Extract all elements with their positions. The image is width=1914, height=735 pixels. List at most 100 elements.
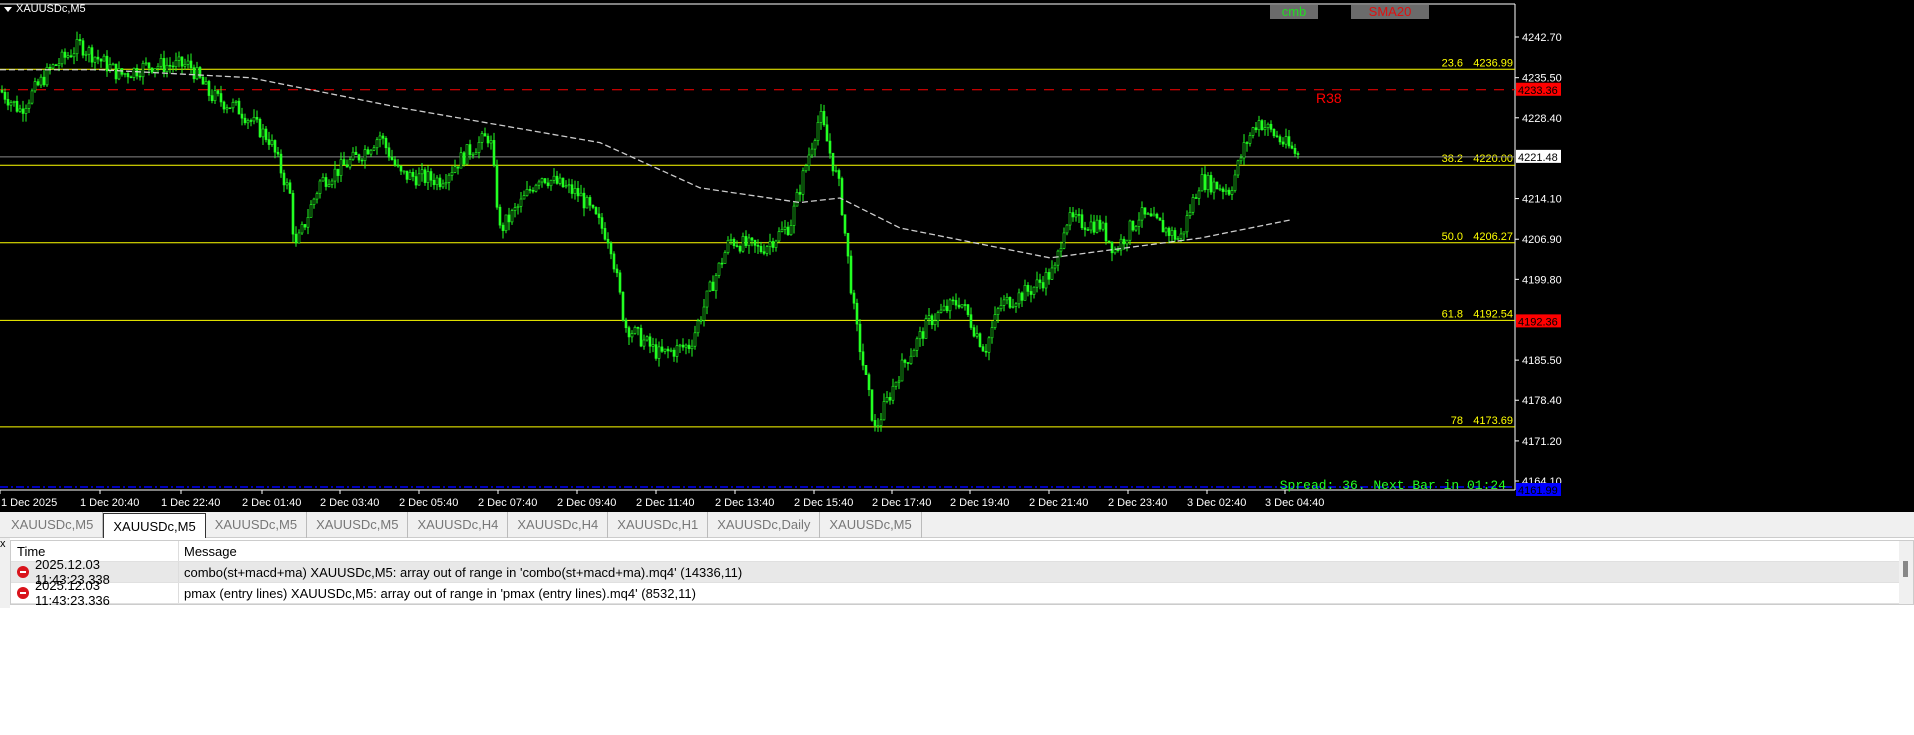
chart-tab[interactable]: XAUUSDc,Daily [708, 512, 821, 538]
chart-tab[interactable]: XAUUSDc,H4 [408, 512, 509, 538]
candle [1170, 226, 1174, 242]
candle [669, 347, 673, 353]
log-row[interactable]: 2025.12.03 11:43:23.336 pmax (entry lines… [11, 578, 1913, 608]
candle [564, 180, 568, 189]
y-tick-label: 4171.20 [1522, 436, 1562, 448]
candle [384, 136, 388, 155]
chart-tab[interactable]: XAUUSDc,M5 [103, 513, 206, 538]
candle [522, 190, 526, 200]
log-scrollbar[interactable] [1899, 541, 1913, 604]
log-header: Time Message [11, 541, 1913, 562]
chart-tab[interactable]: XAUUSDc,M5 [820, 512, 922, 538]
candle [573, 180, 577, 200]
candle [969, 307, 973, 330]
chart-tab[interactable]: XAUUSDc,M5 [206, 512, 308, 538]
candle [717, 262, 721, 279]
candle [936, 310, 940, 328]
candle [783, 220, 787, 235]
price-chart[interactable]: 23.6 4236.99 38.2 4220.00 50.0 4206.27 61.8 419… [0, 0, 1914, 512]
spread-info: Spread: 36. Next Bar in 01:24 [1280, 478, 1506, 493]
candle [93, 56, 97, 71]
candle [1221, 186, 1225, 200]
header-message[interactable]: Message [179, 544, 237, 559]
candle [528, 185, 532, 194]
candle [402, 170, 406, 175]
candle [207, 79, 211, 102]
candle [807, 147, 811, 171]
candle [480, 130, 484, 150]
candle [900, 353, 904, 382]
x-tick-label: 3 Dec 02:40 [1187, 497, 1246, 509]
candle [621, 291, 625, 322]
candle [924, 314, 928, 339]
candle [1260, 119, 1264, 131]
candle [1032, 286, 1036, 299]
candle [1059, 241, 1063, 258]
candle [1269, 120, 1273, 133]
candle [102, 53, 106, 62]
candle [789, 219, 793, 236]
candle [519, 191, 523, 213]
fibo-level-label: 38.2 [1442, 153, 1463, 165]
candle [483, 127, 487, 137]
candle [531, 187, 535, 194]
candle [768, 233, 772, 255]
candle [360, 157, 364, 165]
candle [27, 99, 31, 113]
candle [1251, 126, 1255, 139]
candle [1188, 204, 1192, 219]
candle [840, 176, 844, 216]
candle [651, 337, 655, 353]
candle [885, 391, 889, 404]
candle [1173, 227, 1177, 242]
candle [60, 49, 64, 68]
chart-tab[interactable]: XAUUSDc,H4 [508, 512, 609, 538]
fibo-price-label: 4192.54 [1473, 308, 1513, 320]
candle [912, 348, 916, 357]
error-icon [17, 566, 29, 578]
candle [261, 124, 265, 146]
cmb-button[interactable]: cmb [1270, 5, 1318, 19]
candle [648, 333, 652, 354]
close-panel-button[interactable]: x [0, 538, 6, 550]
candle [1044, 267, 1048, 296]
candle [72, 47, 76, 65]
log-row[interactable]: 2025.12.03 11:43:23.338 combo(st+macd+ma)… [11, 557, 1913, 587]
chart-tab[interactable]: XAUUSDc,M5 [307, 512, 409, 538]
candle [735, 240, 739, 248]
candle [417, 167, 421, 186]
candle [144, 57, 148, 66]
candle [1206, 172, 1210, 198]
candle [267, 131, 271, 150]
candle [213, 85, 217, 105]
candle [951, 296, 955, 305]
candle [471, 152, 475, 159]
candle [462, 151, 466, 167]
candle [18, 104, 22, 113]
candle [993, 306, 997, 330]
candle [963, 299, 967, 311]
candle [645, 335, 649, 342]
candle [39, 74, 43, 88]
candle [1074, 209, 1078, 222]
candle [888, 392, 892, 405]
x-tick-label: 2 Dec 21:40 [1029, 497, 1088, 509]
sma20-button[interactable]: SMA20 [1351, 5, 1429, 19]
candle [405, 170, 409, 184]
candle [1125, 239, 1129, 252]
chart-tab[interactable]: XAUUSDc,M5 [2, 512, 104, 538]
candle [510, 208, 514, 225]
chart-canvas[interactable]: 23.6 4236.99 38.2 4220.00 50.0 4206.27 61.8 419… [0, 0, 1914, 512]
candle [1068, 207, 1072, 231]
candle [1038, 273, 1042, 290]
dropdown-triangle-icon[interactable] [4, 6, 12, 12]
candle [225, 104, 229, 114]
candle [684, 343, 688, 355]
candle [597, 207, 601, 225]
candle [702, 299, 706, 327]
chart-tab[interactable]: XAUUSDc,H1 [608, 512, 709, 538]
candle [489, 135, 493, 150]
candle [63, 48, 67, 65]
candle [375, 137, 379, 155]
candle [219, 85, 223, 107]
